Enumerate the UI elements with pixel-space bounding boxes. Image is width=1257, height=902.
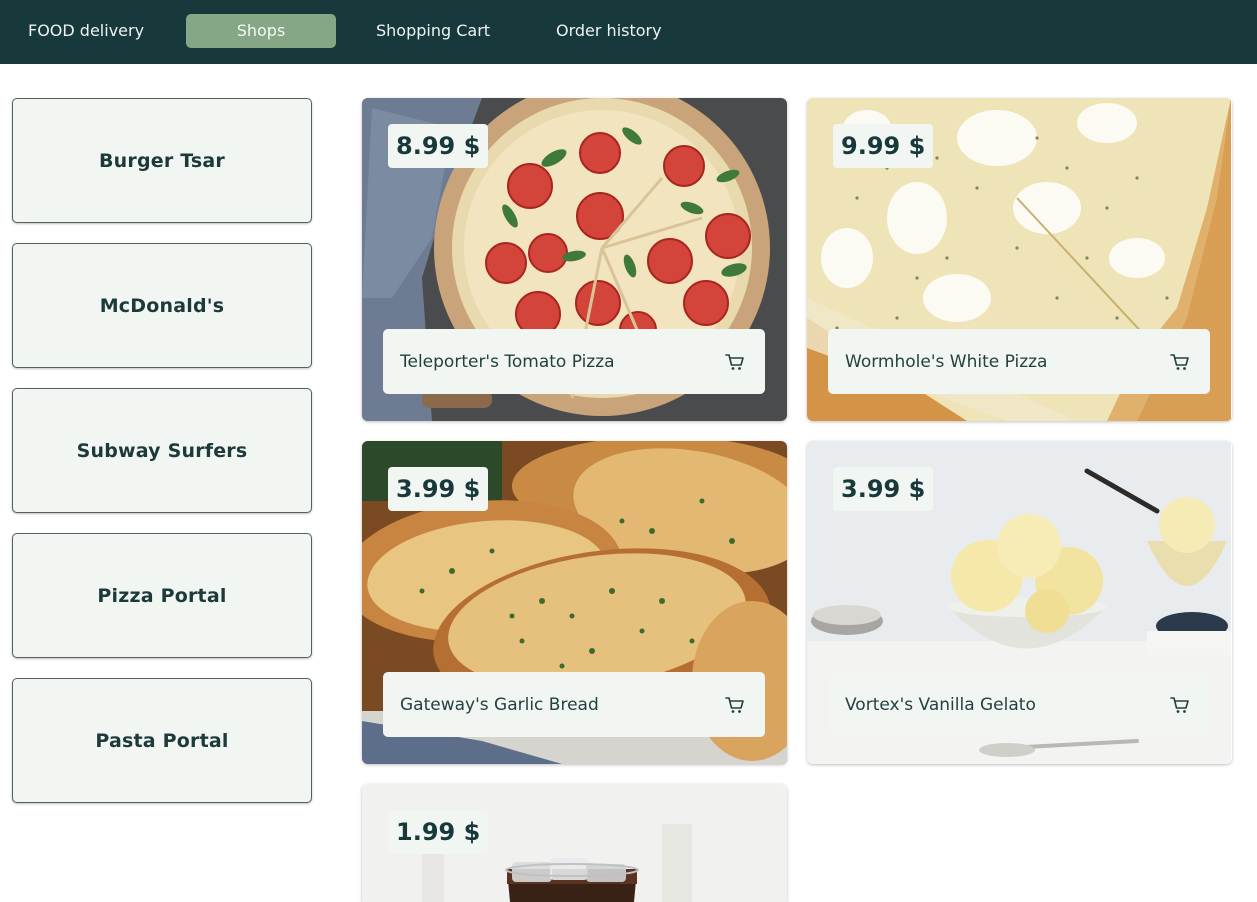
product-name: Gateway's Garlic Bread [400, 694, 599, 715]
shop-button-subway-surfers[interactable]: Subway Surfers [12, 388, 312, 513]
shop-button-pizza-portal[interactable]: Pizza Portal [12, 533, 312, 658]
shopping-cart-icon [725, 696, 744, 713]
shopping-cart-icon [725, 353, 744, 370]
tab-shopping-cart[interactable]: Shopping Cart [376, 14, 490, 48]
product-card: 9.99 $ Wormhole's White Pizza [807, 98, 1232, 421]
product-footer: Wormhole's White Pizza [828, 329, 1210, 394]
shop-button-burger-tsar[interactable]: Burger Tsar [12, 98, 312, 223]
product-name: Teleporter's Tomato Pizza [400, 351, 615, 372]
product-name: Wormhole's White Pizza [845, 351, 1048, 372]
add-to-cart-button[interactable] [1167, 349, 1193, 375]
product-card: 3.99 $ Gateway's Garlic Bread [362, 441, 787, 764]
top-navbar: FOOD delivery Shops Shopping Cart Order … [0, 0, 1257, 64]
product-footer: Gateway's Garlic Bread [383, 672, 765, 737]
price-tag: 8.99 $ [388, 124, 489, 168]
price-tag: 3.99 $ [388, 467, 489, 511]
tab-shops[interactable]: Shops [186, 14, 336, 48]
product-card: 8.99 $ Teleporter's Tomato Pizza [362, 98, 787, 421]
brand-logo[interactable]: FOOD delivery [28, 14, 144, 48]
product-name: Vortex's Vanilla Gelato [845, 694, 1036, 715]
shopping-cart-icon [1170, 696, 1189, 713]
price-tag: 3.99 $ [833, 467, 934, 511]
price-tag: 9.99 $ [833, 124, 934, 168]
product-card: 3.99 $ Vortex's Vanilla Gelato [807, 441, 1232, 764]
product-card: 1.99 $ [362, 784, 787, 902]
price-tag: 1.99 $ [388, 810, 489, 854]
tab-order-history[interactable]: Order history [556, 14, 662, 48]
shop-button-mcdonalds[interactable]: McDonald's [12, 243, 312, 368]
add-to-cart-button[interactable] [722, 692, 748, 718]
product-footer: Vortex's Vanilla Gelato [828, 672, 1210, 737]
add-to-cart-button[interactable] [1167, 692, 1193, 718]
product-footer: Teleporter's Tomato Pizza [383, 329, 765, 394]
shop-button-pasta-portal[interactable]: Pasta Portal [12, 678, 312, 803]
shopping-cart-icon [1170, 353, 1189, 370]
add-to-cart-button[interactable] [722, 349, 748, 375]
